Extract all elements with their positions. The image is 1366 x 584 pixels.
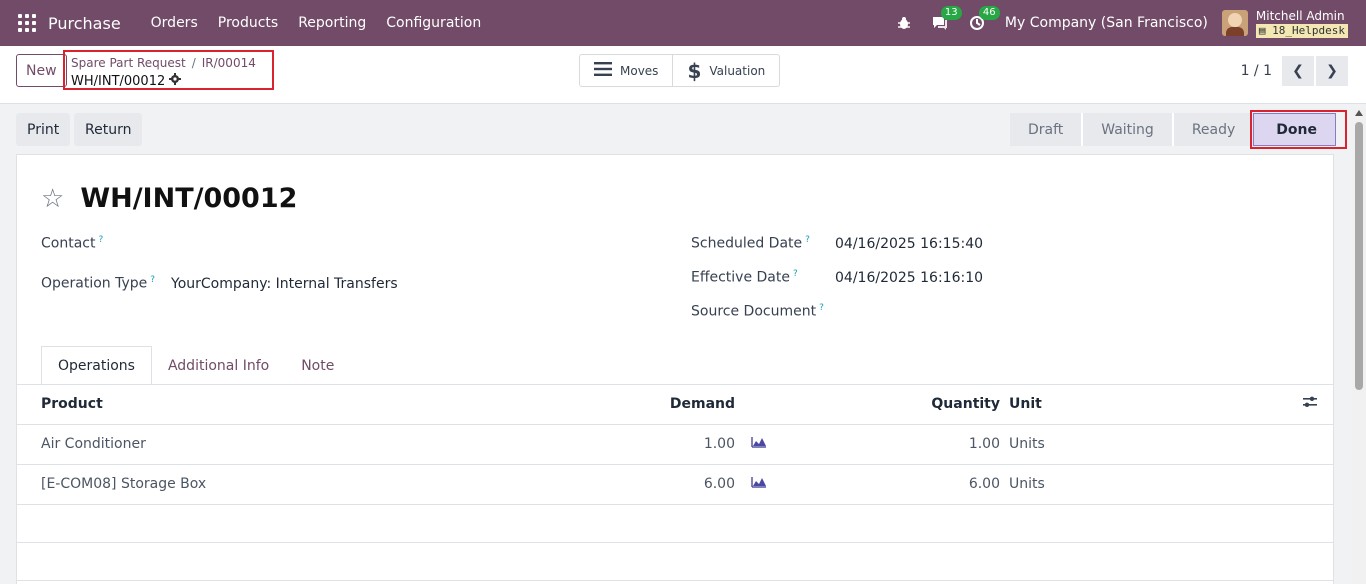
column-header-product[interactable]: Product (41, 385, 103, 424)
row-demand: 1.00 (703, 436, 735, 452)
scrollbar[interactable] (1352, 108, 1366, 584)
done-highlight-box (1250, 110, 1347, 149)
apps-menu-icon[interactable] (18, 14, 36, 32)
control-panel: New Spare Part Request / IR/00014 WH/INT… (0, 46, 1366, 104)
table-row[interactable]: Air Conditioner 1.00 1.00 Units (17, 425, 1333, 465)
help-icon[interactable]: ? (819, 303, 824, 313)
contact-label: Contact? (41, 235, 104, 252)
breadcrumb-item-request[interactable]: IR/00014 (202, 56, 256, 70)
tab-operations[interactable]: Operations (41, 346, 152, 385)
database-name: 18_Helpdesk (1272, 23, 1345, 37)
user-menu[interactable]: Mitchell Admin ▤ 18_Helpdesk (1255, 8, 1348, 38)
scheduled-date-field[interactable]: 04/16/2025 16:15:40 (835, 236, 983, 252)
scroll-up-icon[interactable] (1355, 110, 1363, 116)
valuation-button[interactable]: $ Valuation (672, 55, 779, 86)
avatar[interactable] (1221, 10, 1248, 36)
forecast-chart-icon[interactable] (751, 465, 767, 504)
help-icon[interactable]: ? (805, 235, 810, 245)
top-navbar: Purchase Orders Products Reporting Confi… (0, 0, 1366, 46)
pager-previous-button[interactable]: ❮ (1282, 56, 1314, 86)
stage-waiting[interactable]: Waiting (1081, 113, 1172, 146)
pager-value[interactable]: 1 / 1 (1241, 63, 1272, 79)
table-header: Product Demand Quantity Unit (17, 385, 1333, 425)
page-title: WH/INT/00012 (80, 183, 298, 214)
pager-next-button[interactable]: ❯ (1316, 56, 1348, 86)
stage-ready[interactable]: Ready (1171, 113, 1254, 146)
database-icon: ▤ (1258, 23, 1266, 37)
pager: 1 / 1 ❮ ❯ (1241, 56, 1348, 86)
column-header-demand[interactable]: Demand (670, 385, 735, 424)
menu-reporting[interactable]: Reporting (288, 0, 376, 46)
smart-buttons: Moves $ Valuation (579, 54, 781, 87)
menu-orders[interactable]: Orders (141, 0, 208, 46)
activities-badge: 46 (978, 6, 1000, 20)
messages-icon[interactable]: 13 (931, 6, 962, 31)
form-sheet: ☆ WH/INT/00012 Contact? Operation Type? … (16, 154, 1334, 584)
valuation-label: Valuation (709, 63, 766, 78)
app-name[interactable]: Purchase (48, 14, 121, 33)
current-record-name: WH/INT/00012 (71, 73, 166, 89)
activities-icon[interactable]: 46 (969, 6, 1000, 31)
menu-products[interactable]: Products (208, 0, 288, 46)
gear-icon[interactable] (169, 73, 182, 89)
tab-additional-info[interactable]: Additional Info (152, 346, 285, 385)
print-button[interactable]: Print (16, 113, 71, 146)
effective-date-label: Effective Date? (691, 269, 798, 286)
moves-button[interactable]: Moves (580, 55, 672, 86)
forecast-chart-icon[interactable] (751, 425, 767, 464)
table-row[interactable]: [E-COM08] Storage Box 6.00 6.00 Units (17, 465, 1333, 505)
scheduled-date-label: Scheduled Date? (691, 235, 810, 252)
help-icon[interactable]: ? (793, 269, 798, 279)
menu-configuration[interactable]: Configuration (376, 0, 491, 46)
operation-type-label: Operation Type? (41, 275, 156, 292)
return-button[interactable]: Return (74, 113, 143, 146)
user-name: Mitchell Admin (1255, 8, 1345, 23)
row-unit: Units (1009, 436, 1045, 452)
operations-table: Product Demand Quantity Unit Air Conditi… (17, 385, 1333, 581)
scrollbar-thumb[interactable] (1355, 122, 1363, 390)
chevron-right-icon: ❯ (1326, 63, 1338, 79)
row-product: [E-COM08] Storage Box (41, 476, 207, 492)
moves-label: Moves (620, 63, 659, 78)
database-badge: ▤ 18_Helpdesk (1255, 23, 1348, 38)
breadcrumb-separator: / (191, 56, 196, 70)
row-demand: 6.00 (703, 476, 735, 492)
messages-badge: 13 (940, 6, 962, 20)
row-quantity: 6.00 (968, 476, 1000, 492)
company-switcher[interactable]: My Company (San Francisco) (1005, 15, 1208, 31)
dollar-icon: $ (687, 58, 702, 83)
column-header-unit[interactable]: Unit (1009, 385, 1042, 424)
breadcrumb-item-spare-part-request[interactable]: Spare Part Request (71, 56, 186, 70)
row-product: Air Conditioner (41, 436, 146, 452)
form-tabs: Operations Additional Info Note (41, 346, 350, 385)
table-row-empty (17, 505, 1333, 543)
operation-type-field[interactable]: YourCompany: Internal Transfers (171, 276, 398, 292)
source-document-label: Source Document? (691, 303, 824, 320)
table-row-empty (17, 543, 1333, 581)
row-quantity: 1.00 (968, 436, 1000, 452)
new-button[interactable]: New (16, 54, 67, 87)
optional-columns-icon[interactable] (1303, 385, 1317, 424)
breadcrumb: Spare Part Request / IR/00014 WH/INT/000… (63, 50, 274, 90)
star-icon[interactable]: ☆ (41, 184, 64, 214)
row-unit: Units (1009, 476, 1045, 492)
chevron-left-icon: ❮ (1292, 63, 1304, 79)
effective-date-field[interactable]: 04/16/2025 16:16:10 (835, 270, 983, 286)
stage-draft[interactable]: Draft (1009, 113, 1082, 146)
bug-icon[interactable] (897, 16, 911, 30)
list-icon (594, 60, 612, 81)
main-menu: Orders Products Reporting Configuration (141, 0, 492, 46)
column-header-quantity[interactable]: Quantity (931, 385, 1000, 424)
help-icon[interactable]: ? (150, 275, 155, 285)
tab-note[interactable]: Note (285, 346, 350, 385)
help-icon[interactable]: ? (98, 235, 103, 245)
